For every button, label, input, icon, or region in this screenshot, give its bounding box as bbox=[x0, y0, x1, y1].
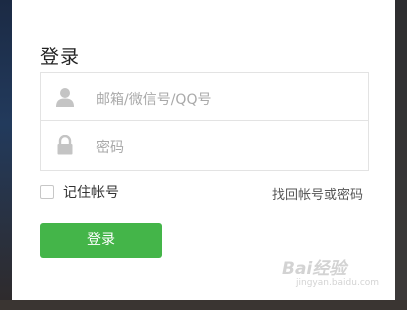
background-bottom bbox=[0, 300, 407, 310]
password-placeholder: 密码 bbox=[96, 140, 124, 156]
page-title: 登录 bbox=[40, 46, 81, 68]
remember-account[interactable]: 记住帐号 bbox=[40, 183, 119, 201]
username-field[interactable]: 邮箱/微信号/QQ号 bbox=[40, 72, 369, 121]
remember-label: 记住帐号 bbox=[63, 185, 119, 201]
login-card: 登录 邮箱/微信号/QQ号 密码 记住帐号 找回帐号或密码 登录 Bai经验 j… bbox=[12, 0, 395, 300]
user-icon bbox=[56, 87, 74, 107]
password-field[interactable]: 密码 bbox=[40, 121, 369, 171]
watermark-url: jingyan.baidu.com bbox=[296, 278, 380, 288]
username-placeholder: 邮箱/微信号/QQ号 bbox=[96, 92, 212, 108]
background-right bbox=[395, 0, 407, 310]
watermark: Bai经验 jingyan.baidu.com bbox=[282, 259, 392, 296]
remember-checkbox[interactable] bbox=[40, 185, 54, 199]
watermark-logo: Bai经验 bbox=[282, 259, 347, 279]
background-left bbox=[0, 0, 12, 310]
login-button[interactable]: 登录 bbox=[40, 223, 162, 258]
forgot-password-link[interactable]: 找回帐号或密码 bbox=[272, 184, 363, 203]
lock-icon bbox=[56, 134, 74, 155]
